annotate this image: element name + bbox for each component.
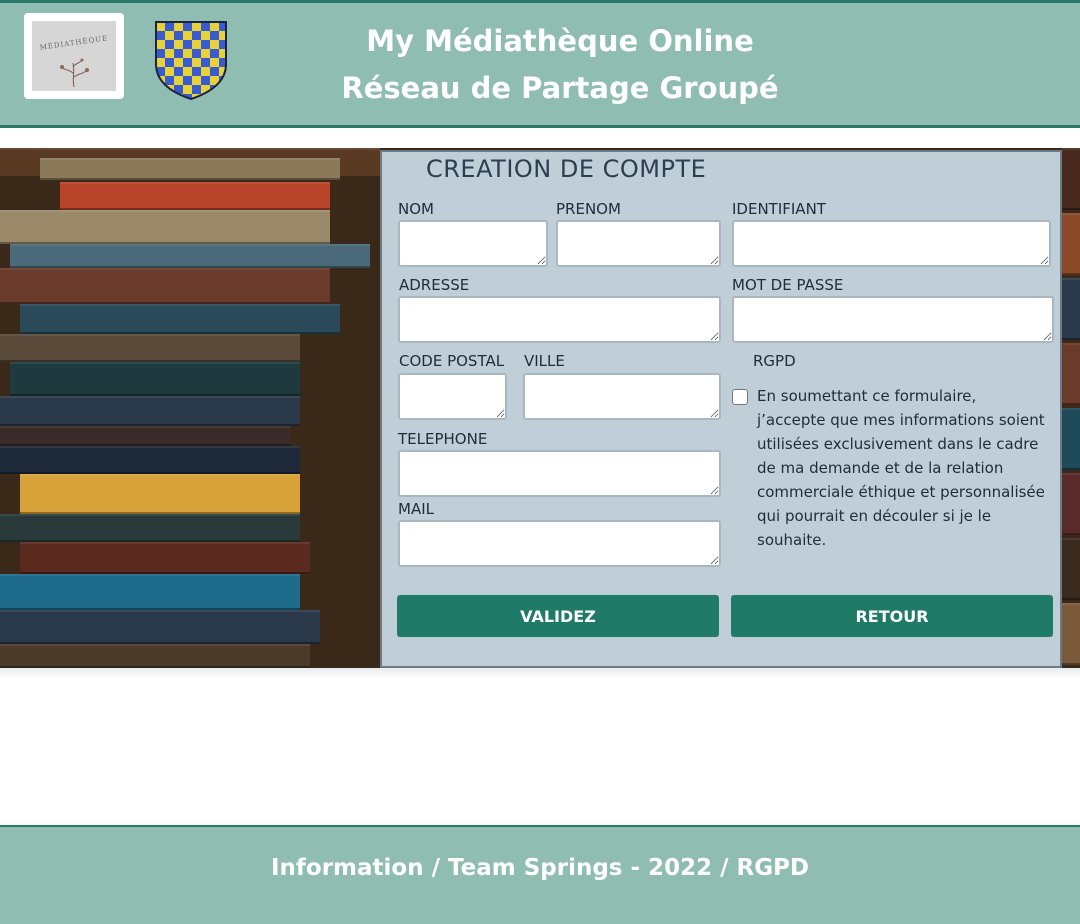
logo-branch-icon [60,58,89,88]
book-spine [1062,408,1080,470]
book-spine [0,210,330,244]
logo-wordmark: MÉDIATHÈQUE [39,34,109,52]
label-telephone: TELEPHONE [398,430,488,448]
book-spine [0,268,330,304]
mail-field[interactable] [398,520,721,567]
book-spine [0,396,300,426]
book-spine [0,426,290,446]
site-title: My Médiathèque Online [366,24,754,58]
prenom-field[interactable] [556,220,721,267]
coat-of-arms-icon [155,21,227,100]
book-spine [10,362,300,396]
label-code-postal: CODE POSTAL [399,352,505,370]
site-subtitle: Réseau de Partage Groupé [341,71,779,105]
adresse-field[interactable] [398,296,721,343]
mediatheque-logo[interactable]: MÉDIATHÈQUE [24,13,124,99]
book-spine [20,542,310,574]
identifiant-field[interactable] [732,220,1051,267]
label-adresse: ADRESSE [399,276,470,294]
book-spine [1062,343,1080,405]
label-identifiant: IDENTIFIANT [732,200,826,218]
mot-de-passe-field[interactable] [732,296,1054,343]
validate-button[interactable]: VALIDEZ [397,595,719,637]
label-prenom: PRENOM [556,200,621,218]
form-title: CREATION DE COMPTE [426,155,707,183]
book-spine [0,644,310,668]
ville-field[interactable] [523,373,721,420]
book-spine [1062,603,1080,665]
back-button[interactable]: RETOUR [731,595,1053,637]
telephone-field[interactable] [398,450,721,497]
book-spine [0,610,320,644]
book-spine [60,182,330,210]
hero-shadow [0,668,1080,678]
book-spine [1062,213,1080,275]
book-spine [1062,473,1080,535]
nom-field[interactable] [398,220,548,267]
book-spine [0,446,300,474]
book-stack-illustration [0,148,380,668]
rgpd-consent-text: En soumettant ce formulaire, j’accepte q… [757,387,1045,549]
footer-links[interactable]: Information / Team Springs - 2022 / RGPD [0,855,1080,881]
label-mail: MAIL [398,500,434,518]
book-spine [0,334,300,362]
book-spine [20,474,300,514]
book-spine [10,244,370,268]
label-rgpd: RGPD [753,352,796,370]
code-postal-field[interactable] [398,373,507,420]
book-spines-right [1062,148,1080,668]
label-nom: NOM [398,200,434,218]
book-spine [0,514,300,542]
book-spine [1062,278,1080,340]
label-ville: VILLE [524,352,565,370]
book-spine [1062,148,1080,210]
rgpd-consent-checkbox[interactable] [732,389,748,405]
label-mot-de-passe: MOT DE PASSE [732,276,844,294]
book-spine [0,574,300,610]
book-spine [20,304,340,334]
book-spine [1062,538,1080,600]
book-spine [40,158,340,180]
